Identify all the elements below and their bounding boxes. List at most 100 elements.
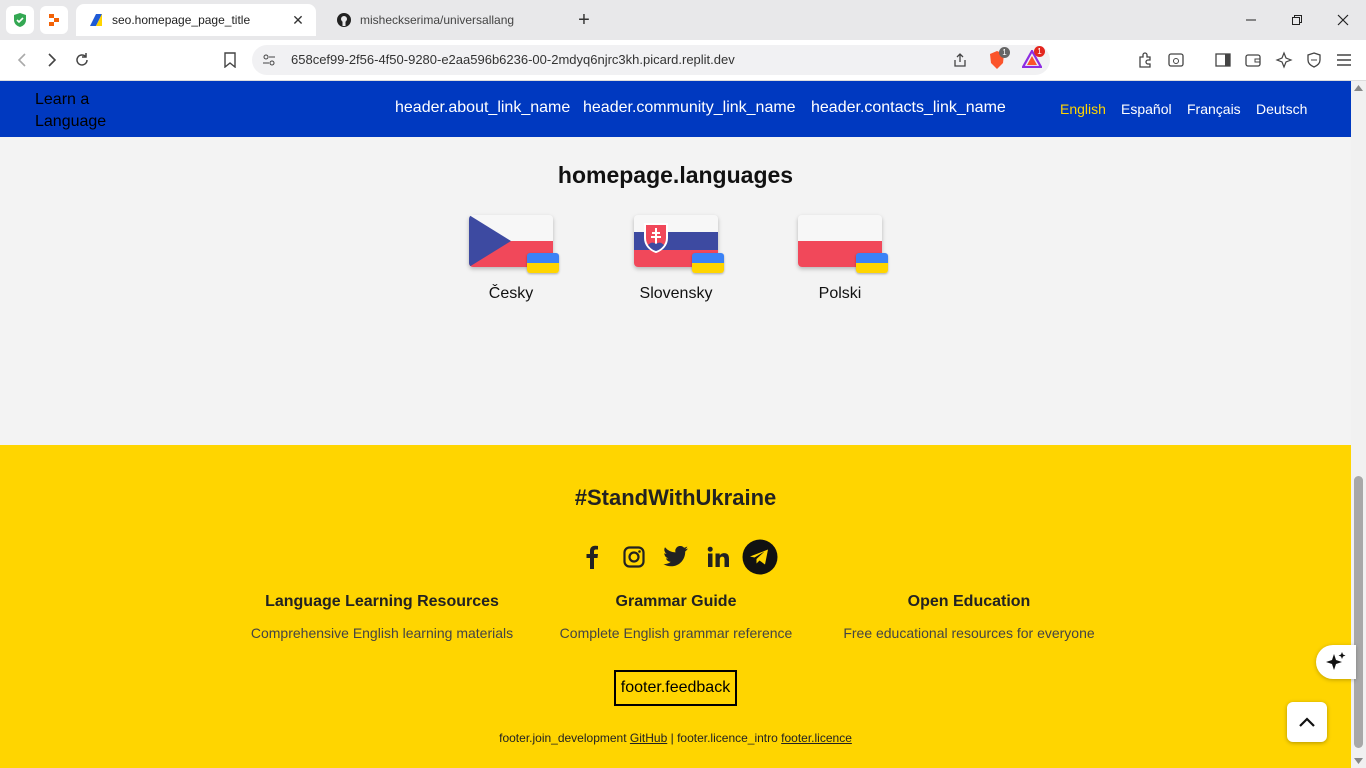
twitter-link[interactable]	[658, 539, 694, 575]
footer-column-grammar: Grammar Guide Complete English grammar r…	[516, 593, 836, 641]
tab-strip: seo.homepage_page_title ✕ misheckserima/…	[0, 0, 1366, 40]
close-window-button[interactable]	[1320, 0, 1366, 40]
language-card-slovak[interactable]: Slovensky	[611, 215, 741, 303]
brave-shield-button[interactable]: 1	[988, 47, 1010, 70]
column-description: Complete English grammar reference	[559, 625, 793, 641]
polish-flag-icon	[798, 215, 888, 273]
linkedin-link[interactable]	[700, 539, 736, 575]
github-icon	[337, 13, 351, 27]
minimize-button[interactable]	[1228, 0, 1274, 40]
bookmark-icon	[224, 52, 236, 68]
scroll-up-arrow-icon[interactable]	[1354, 85, 1363, 91]
linkedin-icon	[707, 546, 729, 567]
slovak-coat-of-arms-icon	[644, 223, 668, 253]
slovak-flag-icon	[634, 215, 724, 273]
chevron-up-icon	[1299, 717, 1315, 727]
menu-button[interactable]	[1332, 48, 1356, 72]
language-card-polish[interactable]: Polski	[775, 215, 905, 303]
leo-ai-button[interactable]	[1272, 48, 1296, 72]
column-title[interactable]: Grammar Guide	[516, 593, 836, 611]
nav-community-link[interactable]: header.community_link_name	[583, 99, 796, 117]
wallet-icon	[1245, 54, 1261, 67]
language-card-czech[interactable]: Česky	[446, 215, 576, 303]
scroll-down-arrow-icon[interactable]	[1354, 758, 1363, 764]
reader-mode-button[interactable]	[1164, 48, 1188, 72]
feedback-button[interactable]: footer.feedback	[614, 670, 737, 706]
brave-rewards-button[interactable]: 1	[1021, 46, 1045, 70]
browser-toolbar: 658cef99-2f56-4f50-9280-e2aa596b6236-00-…	[0, 40, 1366, 81]
sparkle-icon	[1275, 51, 1293, 69]
shield-count-badge: 1	[999, 47, 1010, 58]
ai-assistant-button[interactable]	[1316, 645, 1356, 679]
reload-icon	[76, 53, 88, 66]
nav-about-link[interactable]: header.about_link_name	[395, 99, 570, 117]
restore-button[interactable]	[1274, 0, 1320, 40]
lang-german[interactable]: Deutsch	[1256, 101, 1307, 117]
scrollbar-thumb[interactable]	[1354, 476, 1363, 748]
stand-with-ukraine-heading: #StandWithUkraine	[574, 485, 777, 510]
telegram-icon	[742, 539, 778, 575]
telegram-link[interactable]	[742, 539, 778, 575]
sparkles-icon	[1326, 652, 1346, 670]
hamburger-menu-icon	[1337, 54, 1351, 66]
column-title[interactable]: Language Learning Resources	[222, 593, 542, 611]
web-page: Learn a Language header.about_link_name …	[0, 81, 1351, 768]
ukraine-flag-icon	[856, 253, 888, 273]
tab-active[interactable]: seo.homepage_page_title ✕	[76, 4, 316, 36]
separator: |	[670, 731, 674, 745]
reload-button[interactable]	[70, 48, 94, 72]
nav-contacts-link[interactable]: header.contacts_link_name	[811, 99, 1006, 117]
back-button[interactable]	[10, 48, 34, 72]
ukraine-favicon-icon	[90, 14, 102, 26]
column-description: Free educational resources for everyone	[843, 625, 1095, 641]
licence-intro-text: footer.licence_intro	[677, 731, 778, 745]
ukraine-flag-icon	[527, 253, 559, 273]
arrow-right-icon	[48, 53, 57, 67]
language-name: Česky	[488, 285, 534, 302]
reader-icon	[1168, 53, 1184, 67]
languages-heading: homepage.languages	[557, 162, 794, 188]
logo-broken-image[interactable]: Learn a Language	[35, 89, 115, 133]
tab-title: seo.homepage_page_title	[112, 13, 251, 27]
replit-extension-button[interactable]	[40, 6, 68, 34]
new-tab-button[interactable]: +	[572, 8, 596, 32]
footer-column-open-education: Open Education Free educational resource…	[809, 593, 1129, 641]
language-name: Polski	[818, 285, 862, 302]
instagram-icon	[623, 546, 645, 568]
share-icon[interactable]	[952, 52, 968, 68]
facebook-link[interactable]	[574, 539, 610, 575]
lang-english[interactable]: English	[1060, 101, 1106, 117]
tab-github[interactable]: misheckserima/universallang	[324, 4, 564, 36]
bookmark-button[interactable]	[218, 48, 242, 72]
licence-link[interactable]: footer.licence	[781, 731, 852, 745]
site-footer: #StandWithUkraine Language Learning Reso…	[0, 445, 1351, 768]
forward-button[interactable]	[40, 48, 64, 72]
czech-flag-icon	[469, 215, 559, 273]
shield-check-icon	[14, 13, 26, 27]
vpn-button[interactable]	[1302, 48, 1326, 72]
shield-extension-button[interactable]	[6, 6, 34, 34]
extensions-button[interactable]	[1134, 48, 1158, 72]
sidebar-button[interactable]	[1211, 48, 1235, 72]
instagram-link[interactable]	[616, 539, 652, 575]
site-header: Learn a Language header.about_link_name …	[0, 81, 1351, 137]
column-description: Comprehensive English learning materials	[250, 625, 514, 641]
github-link[interactable]: GitHub	[630, 731, 667, 745]
sidebar-icon	[1215, 53, 1231, 67]
browser-chrome: seo.homepage_page_title ✕ misheckserima/…	[0, 0, 1366, 81]
lang-spanish[interactable]: Español	[1121, 101, 1172, 117]
close-icon	[1337, 14, 1349, 26]
column-title[interactable]: Open Education	[809, 593, 1129, 611]
site-settings-icon[interactable]	[262, 53, 276, 67]
address-bar[interactable]: 658cef99-2f56-4f50-9280-e2aa596b6236-00-…	[252, 45, 1050, 75]
ukraine-flag-icon	[692, 253, 724, 273]
lang-french[interactable]: Français	[1187, 101, 1241, 117]
vpn-shield-icon	[1307, 52, 1321, 68]
close-tab-icon[interactable]: ✕	[288, 10, 308, 30]
scroll-to-top-button[interactable]	[1287, 702, 1327, 742]
puzzle-icon	[1139, 52, 1151, 68]
footer-credits: footer.join_development GitHub | footer.…	[0, 731, 1351, 745]
twitter-icon	[663, 546, 688, 567]
arrow-left-icon	[17, 53, 26, 67]
wallet-button[interactable]	[1241, 48, 1265, 72]
